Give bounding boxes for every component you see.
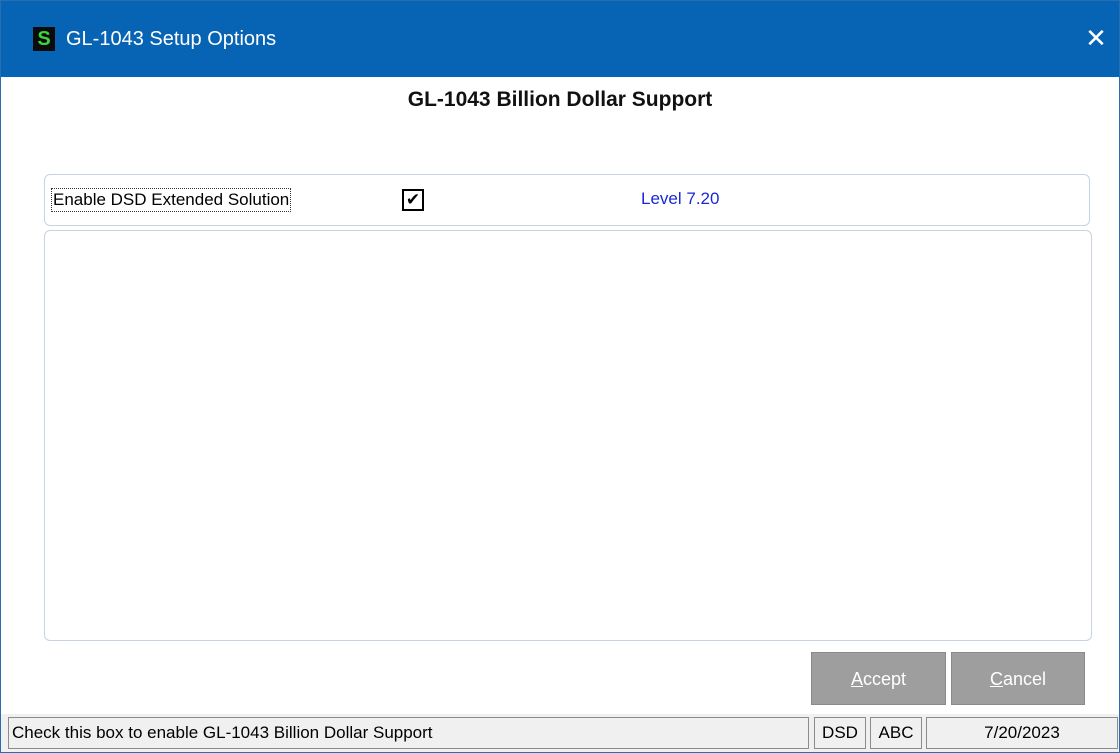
enable-extended-solution-label[interactable]: Enable DSD Extended Solution [51, 188, 292, 212]
level-text: Level 7.20 [641, 189, 720, 208]
accept-label: ccept [862, 669, 907, 689]
setup-options-window: S GL-1043 Setup Options ✕ GL-1043 Billio… [0, 0, 1120, 753]
app-logo-icon: S [33, 27, 55, 51]
window-title: GL-1043 Setup Options [66, 28, 277, 50]
cancel-label: ancel [1002, 669, 1047, 689]
status-message: Check this box to enable GL-1043 Billion… [8, 717, 809, 749]
cancel-button[interactable]: Cancel [951, 652, 1085, 705]
accept-mnemonic: A [850, 669, 863, 689]
close-icon[interactable]: ✕ [1073, 17, 1119, 61]
title-bar[interactable]: S GL-1043 Setup Options ✕ [1, 1, 1119, 77]
details-panel [44, 230, 1092, 641]
accept-button[interactable]: Accept [811, 652, 946, 705]
status-bar: Check this box to enable GL-1043 Billion… [1, 714, 1119, 752]
options-group: Enable DSD Extended Solution ✔ Level 7.2… [44, 174, 1090, 226]
status-company-code-2: ABC [870, 717, 922, 749]
status-date: 7/20/2023 [926, 717, 1118, 749]
status-company-code: DSD [814, 717, 866, 749]
enable-extended-solution-checkbox[interactable]: ✔ [402, 189, 424, 211]
page-title: GL-1043 Billion Dollar Support [407, 88, 713, 111]
cancel-mnemonic: C [989, 669, 1003, 689]
